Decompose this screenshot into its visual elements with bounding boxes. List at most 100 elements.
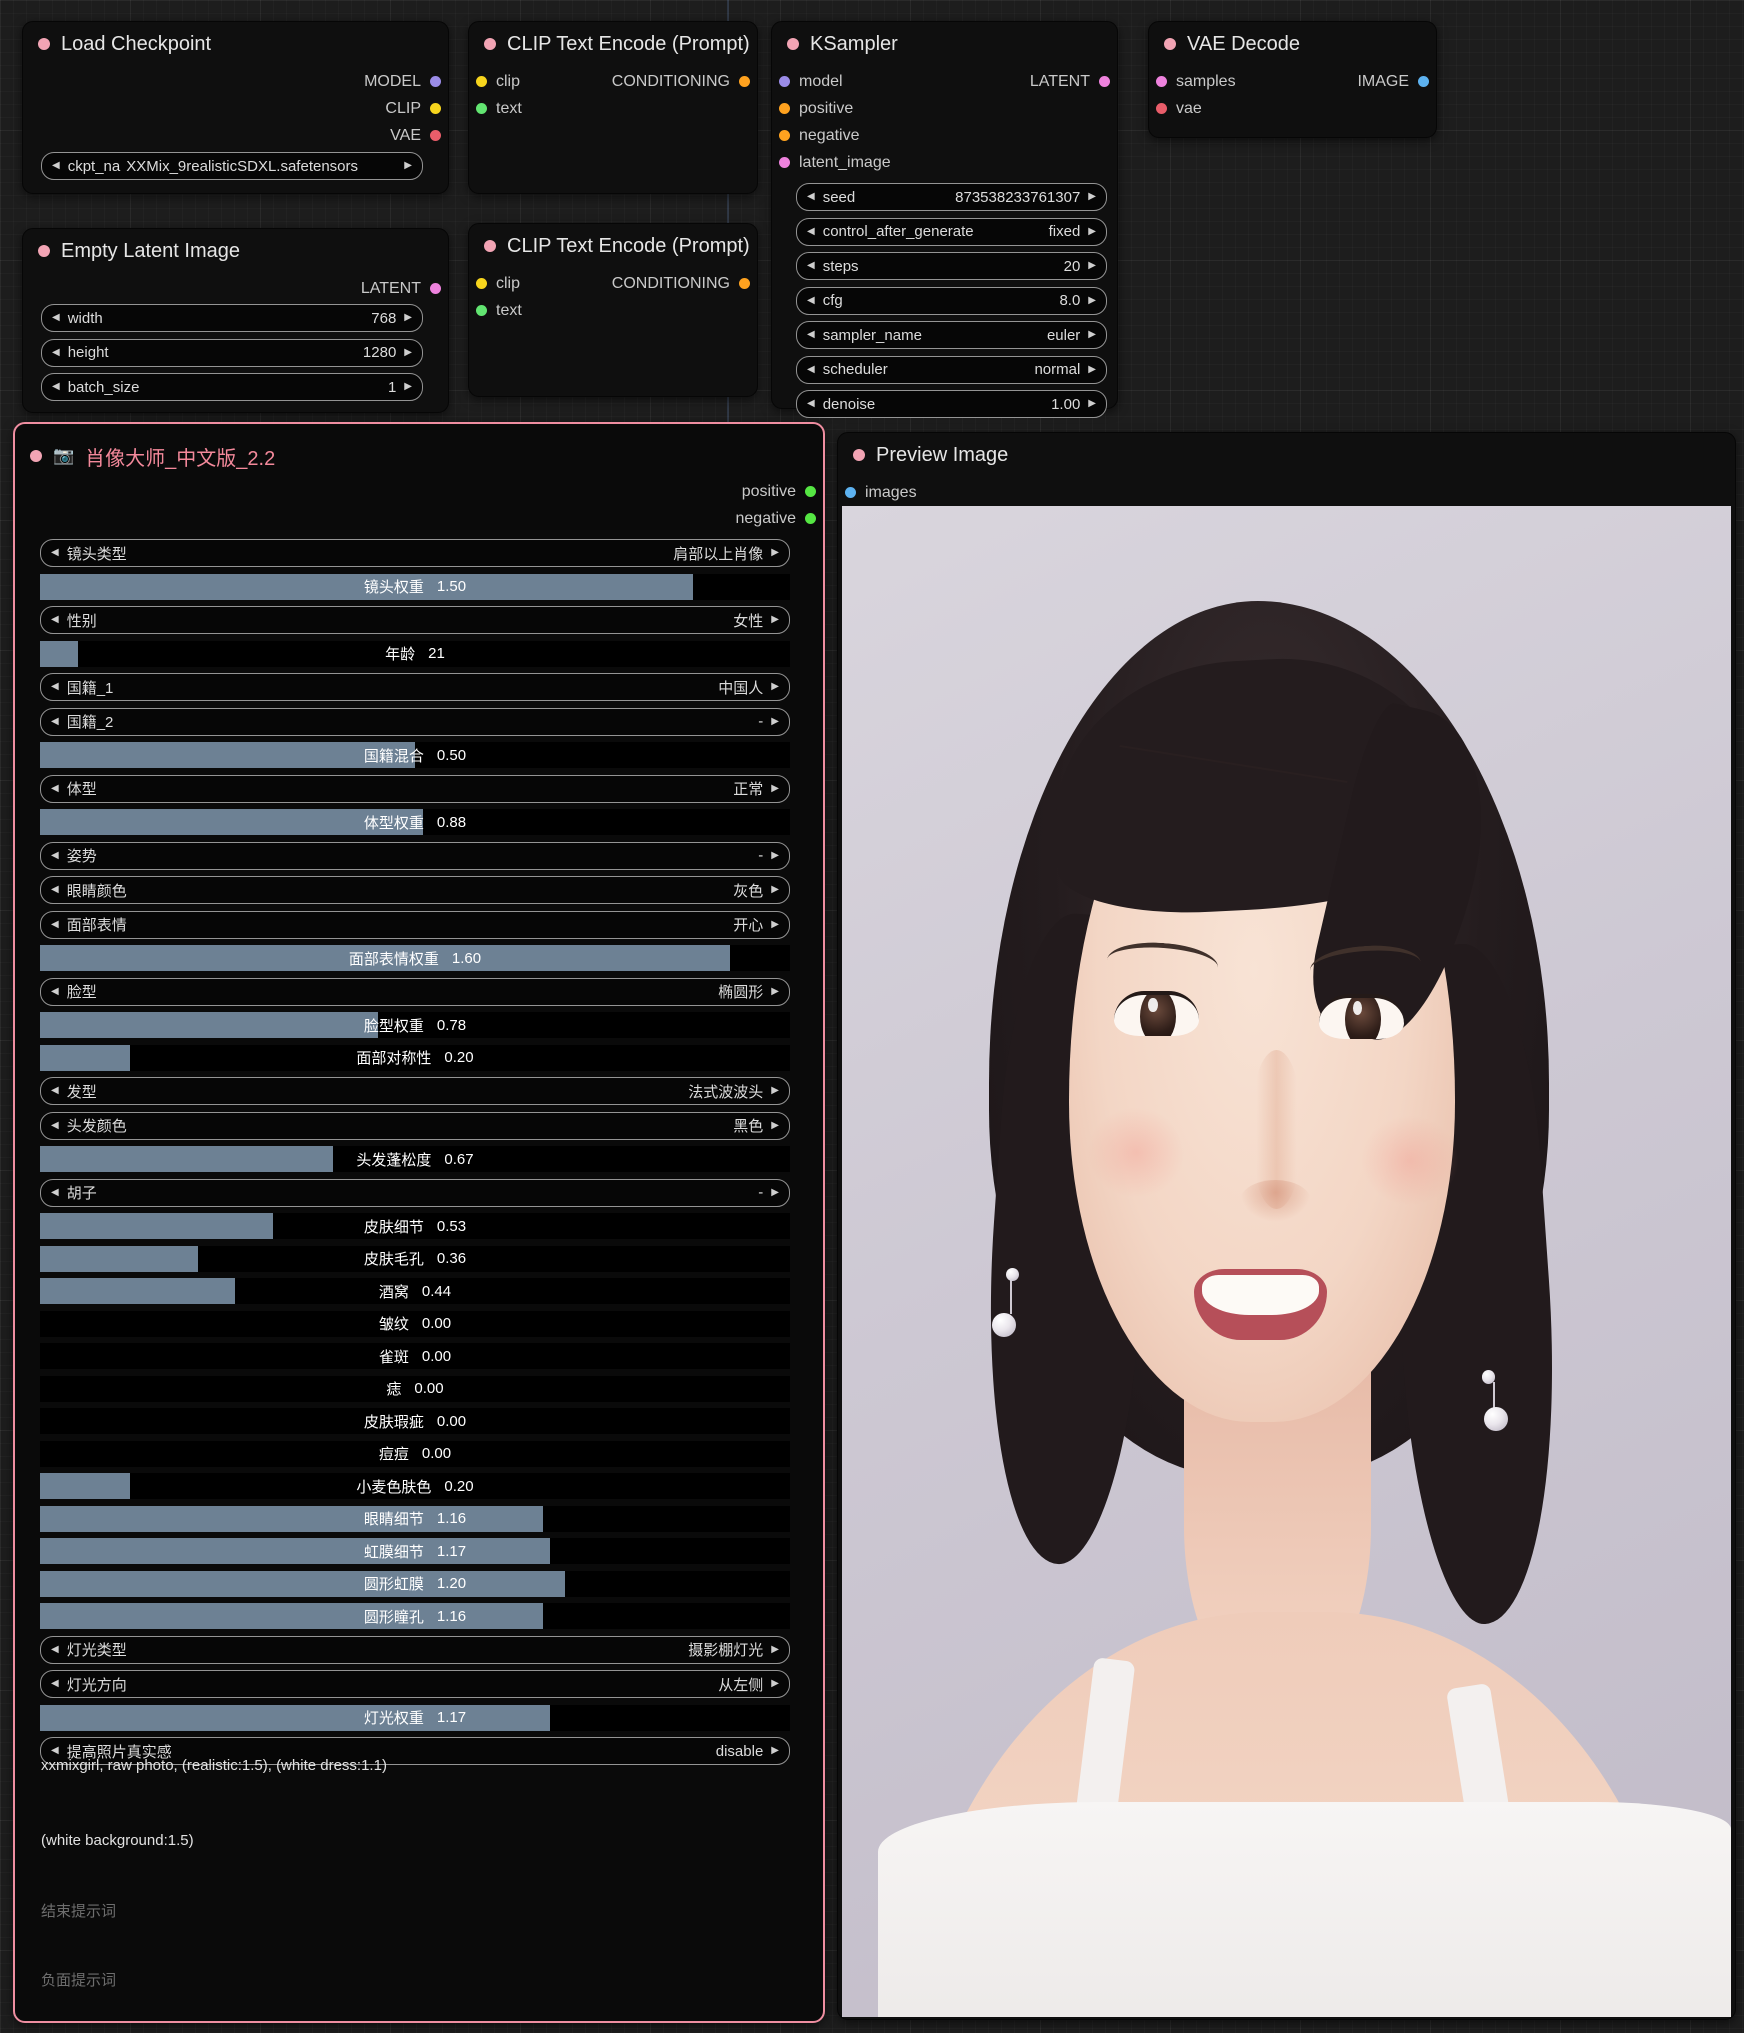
combo-left-arrow-icon[interactable]: ◀ xyxy=(51,548,59,558)
node-collapse-dot[interactable] xyxy=(484,240,496,252)
widget-row[interactable]: ◀ 酒窝 0.44 ▶ 酒窝0.44 xyxy=(40,1278,790,1304)
widget-row[interactable]: ◀ 年龄 21 ▶ 年龄21 xyxy=(40,640,790,667)
port-dot[interactable] xyxy=(1099,76,1110,87)
combo-left-arrow-icon[interactable]: ◀ xyxy=(52,382,60,392)
input-port[interactable]: clip xyxy=(476,68,522,95)
combo-right-arrow-icon[interactable]: ▶ xyxy=(771,1679,779,1689)
port-dot[interactable] xyxy=(805,486,816,497)
widget-row[interactable]: ◀ 镜头权重 1.50 ▶ 镜头权重1.50 xyxy=(40,573,790,600)
combo-left-arrow-icon[interactable]: ◀ xyxy=(51,850,59,861)
node-collapse-dot[interactable] xyxy=(38,38,50,50)
port-dot[interactable] xyxy=(430,283,441,294)
port-dot[interactable] xyxy=(430,76,441,87)
widget-row[interactable]: ◀ 圆形瞳孔 1.16 ▶ 圆形瞳孔1.16 xyxy=(40,1603,790,1629)
input-port[interactable]: images xyxy=(845,479,917,506)
port-dot[interactable] xyxy=(845,487,856,498)
combo-right-arrow-icon[interactable]: ▶ xyxy=(404,347,412,358)
output-port[interactable]: CONDITIONING xyxy=(612,270,750,297)
combo-right-arrow-icon[interactable]: ▶ xyxy=(1088,192,1096,202)
widget-row[interactable]: ◀ 头发颜色 黑色 ▶ 头发颜色黑色 xyxy=(40,1111,790,1140)
widget-row[interactable]: ◀ 眼睛颜色 灰色 ▶ 眼睛颜色灰色 xyxy=(40,876,790,904)
widget-row[interactable]: ◀ 头发蓬松度 0.67 ▶ 头发蓬松度0.67 xyxy=(40,1146,790,1172)
widget-row[interactable]: ◀ 面部表情权重 1.60 ▶ 面部表情权重1.60 xyxy=(40,945,790,971)
widget-row[interactable]: ◀ 胡子 - ▶ 胡子- xyxy=(40,1178,790,1207)
node-portrait-master[interactable]: 📷 肖像大师_中文版_2.2 positive negative ◀ 镜头类型 肩… xyxy=(13,422,825,2023)
combo-left-arrow-icon[interactable]: ◀ xyxy=(51,1086,59,1096)
combo-left-arrow-icon[interactable]: ◀ xyxy=(807,364,815,375)
combo-right-arrow-icon[interactable]: ▶ xyxy=(771,1644,779,1655)
port-dot[interactable] xyxy=(779,103,790,114)
port-dot[interactable] xyxy=(476,278,487,289)
widget-row[interactable]: ◀ 脸型 椭圆形 ▶ 脸型椭圆形 xyxy=(40,977,790,1006)
combo-right-arrow-icon[interactable]: ▶ xyxy=(771,548,779,558)
widget-row[interactable]: ◀ 面部表情 开心 ▶ 面部表情开心 xyxy=(40,910,790,939)
combo-left-arrow-icon[interactable]: ◀ xyxy=(51,1679,59,1689)
node-clip-text-encode-1[interactable]: CLIP Text Encode (Prompt) clip text CONDI… xyxy=(468,21,758,194)
combo-left-arrow-icon[interactable]: ◀ xyxy=(51,885,59,895)
node-collapse-dot[interactable] xyxy=(1164,38,1176,50)
combo-right-arrow-icon[interactable]: ▶ xyxy=(771,615,779,625)
port-dot[interactable] xyxy=(430,103,441,114)
combo-left-arrow-icon[interactable]: ◀ xyxy=(51,1644,59,1655)
output-port[interactable]: positive xyxy=(736,478,816,505)
port-dot[interactable] xyxy=(779,76,790,87)
output-port[interactable]: LATENT xyxy=(361,275,441,302)
port-dot[interactable] xyxy=(805,513,816,524)
widget-row[interactable]: ◀ 小麦色肤色 0.20 ▶ 小麦色肤色0.20 xyxy=(40,1473,790,1499)
combo-right-arrow-icon[interactable]: ▶ xyxy=(771,1086,779,1096)
widget-row[interactable]: ◀ 脸型权重 0.78 ▶ 脸型权重0.78 xyxy=(40,1012,790,1038)
combo-right-arrow-icon[interactable]: ▶ xyxy=(771,682,779,692)
combo-left-arrow-icon[interactable]: ◀ xyxy=(52,347,60,358)
node-header[interactable]: CLIP Text Encode (Prompt) xyxy=(469,22,757,66)
combo-left-arrow-icon[interactable]: ◀ xyxy=(807,261,815,271)
widget-row[interactable]: ◀ 虹膜细节 1.17 ▶ 虹膜细节1.17 xyxy=(40,1538,790,1564)
combo-left-arrow-icon[interactable]: ◀ xyxy=(51,615,59,625)
combo-left-arrow-icon[interactable]: ◀ xyxy=(807,399,815,409)
widget-row[interactable]: ◀ 国籍混合 0.50 ▶ 国籍混合0.50 xyxy=(40,742,790,768)
port-dot[interactable] xyxy=(1156,76,1167,87)
combo-left-arrow-icon[interactable]: ◀ xyxy=(51,716,59,727)
input-port[interactable]: clip xyxy=(476,270,522,297)
positive-prompt-text[interactable]: xxmixgirl, raw photo, (realistic:1.5), (… xyxy=(41,1757,797,1774)
widget-row[interactable]: ◀ 性别 女性 ▶ 性别女性 xyxy=(40,606,790,634)
input-port[interactable]: latent_image xyxy=(779,149,891,176)
combo-right-arrow-icon[interactable]: ▶ xyxy=(771,783,779,794)
node-collapse-dot[interactable] xyxy=(38,245,50,257)
node-vae-decode[interactable]: VAE Decode samples vae IMAGE xyxy=(1148,21,1437,138)
output-port[interactable]: CLIP xyxy=(364,95,441,122)
input-port[interactable]: positive xyxy=(779,95,891,122)
widget-row[interactable]: ◀ 镜头类型 肩部以上肖像 ▶ 镜头类型肩部以上肖像 xyxy=(40,539,790,567)
input-port[interactable]: vae xyxy=(1156,95,1236,122)
port-dot[interactable] xyxy=(476,76,487,87)
widget-row[interactable]: ◀ cfg 8.0 ▶ cfg8.0 xyxy=(796,286,1107,315)
widget-row[interactable]: ◀ 皮肤毛孔 0.36 ▶ 皮肤毛孔0.36 xyxy=(40,1245,790,1272)
widget-row[interactable]: ◀ 眼睛细节 1.16 ▶ 眼睛细节1.16 xyxy=(40,1505,790,1532)
port-dot[interactable] xyxy=(476,103,487,114)
combo-right-arrow-icon[interactable]: ▶ xyxy=(1088,330,1096,340)
output-port[interactable]: negative xyxy=(736,505,816,532)
positive-prompt-text-2[interactable]: (white background:1.5) xyxy=(41,1832,797,1849)
combo-right-arrow-icon[interactable]: ▶ xyxy=(771,850,779,861)
widget-row[interactable]: ◀ 灯光类型 摄影棚灯光 ▶ 灯光类型摄影棚灯光 xyxy=(40,1635,790,1664)
combo-right-arrow-icon[interactable]: ▶ xyxy=(404,313,412,323)
widget-row[interactable]: ◀ 体型权重 0.88 ▶ 体型权重0.88 xyxy=(40,809,790,835)
node-clip-text-encode-2[interactable]: CLIP Text Encode (Prompt) clip text CONDI… xyxy=(468,223,758,397)
combo-left-arrow-icon[interactable]: ◀ xyxy=(51,1120,59,1131)
widget-row[interactable]: ◀ 姿势 - ▶ 姿势- xyxy=(40,841,790,870)
port-dot[interactable] xyxy=(779,157,790,168)
widget-row[interactable]: ◀ 痘痘 0.00 ▶ 痘痘0.00 xyxy=(40,1440,790,1467)
node-collapse-dot[interactable] xyxy=(853,449,865,461)
port-dot[interactable] xyxy=(476,305,487,316)
widget-row[interactable]: ◀ 圆形虹膜 1.20 ▶ 圆形虹膜1.20 xyxy=(40,1570,790,1597)
combo-left-arrow-icon[interactable]: ◀ xyxy=(51,1187,59,1198)
port-dot[interactable] xyxy=(1156,103,1167,114)
combo-right-arrow-icon[interactable]: ▶ xyxy=(1088,364,1096,375)
port-dot[interactable] xyxy=(430,130,441,141)
node-header[interactable]: VAE Decode xyxy=(1149,22,1436,66)
combo-right-arrow-icon[interactable]: ▶ xyxy=(1088,261,1096,271)
widget-row[interactable]: ◀ 体型 正常 ▶ 体型正常 xyxy=(40,774,790,803)
combo-left-arrow-icon[interactable]: ◀ xyxy=(807,226,815,237)
node-header[interactable]: Empty Latent Image xyxy=(23,229,448,273)
widget-row[interactable]: ◀ 灯光权重 1.17 ▶ 灯光权重1.17 xyxy=(40,1704,790,1731)
negative-prompt-placeholder[interactable]: 负面提示词 xyxy=(41,1969,797,1990)
